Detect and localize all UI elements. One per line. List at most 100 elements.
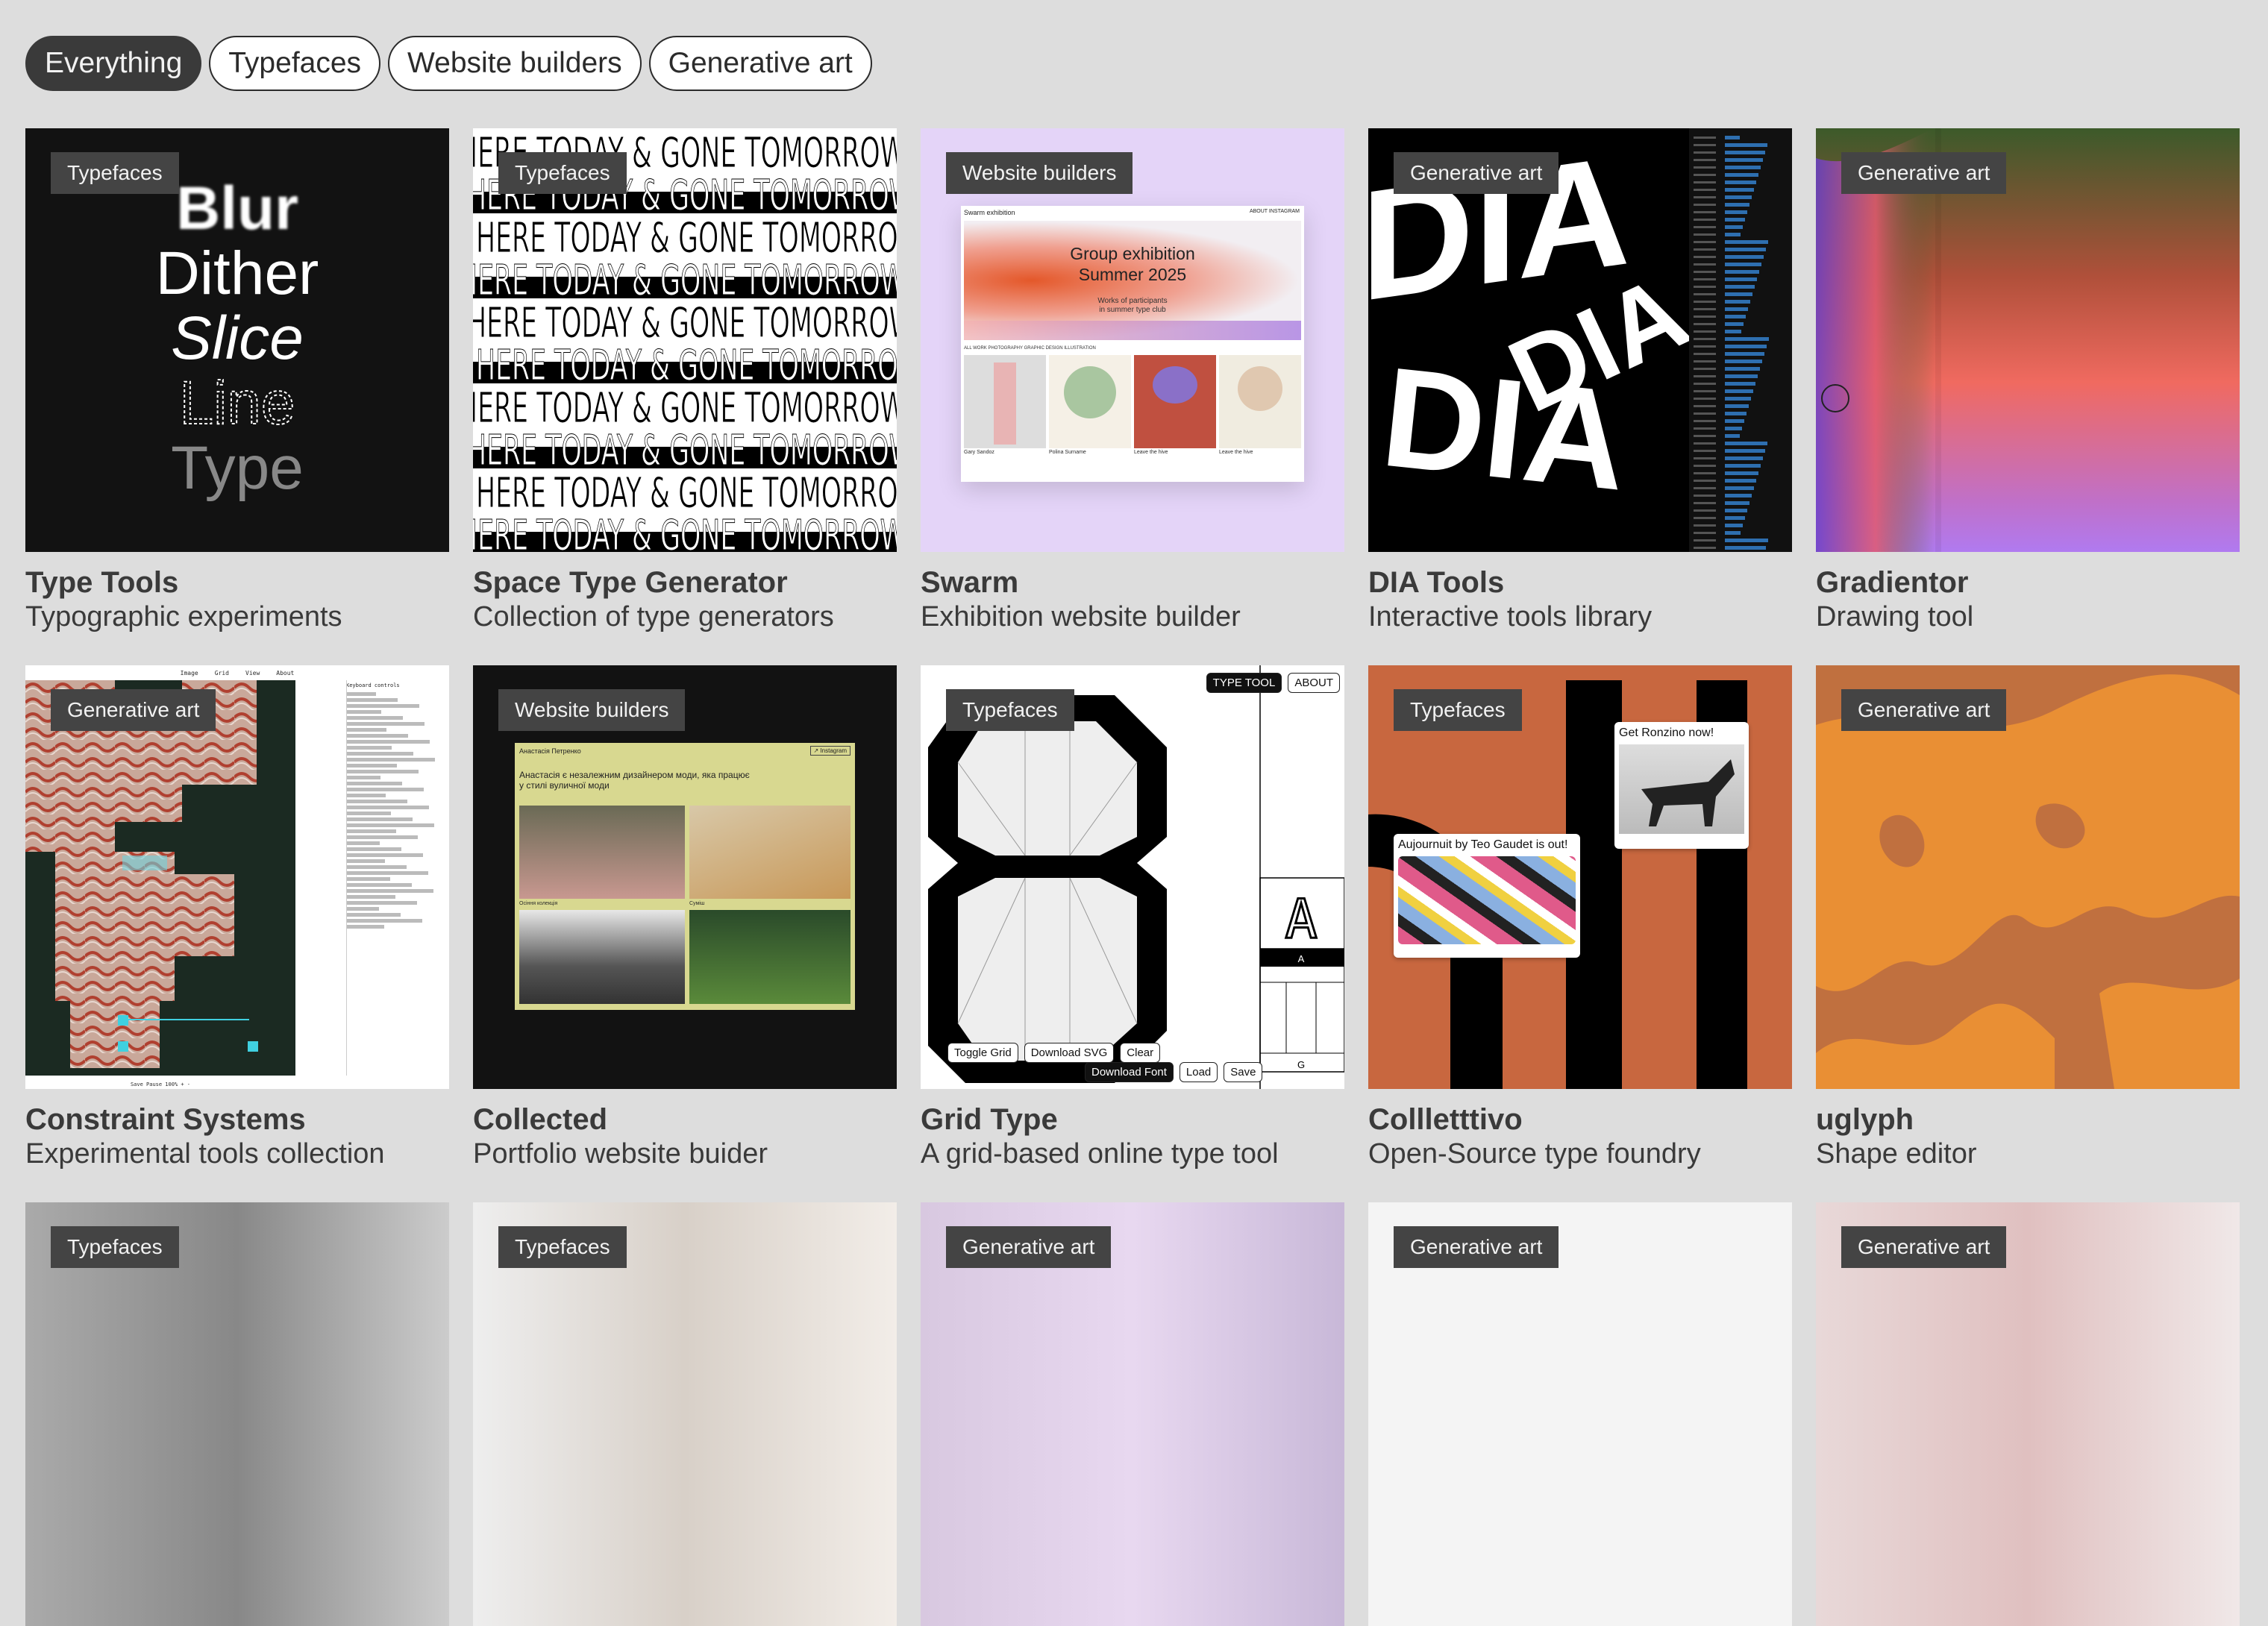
collected-site-mockup: Анастасія Петренко ↗ Instagram Анастасія… — [515, 743, 855, 1010]
project-card-collected[interactable]: Website builders Анастасія Петренко ↗ In… — [473, 665, 897, 1171]
dia-slider — [1725, 225, 1743, 229]
project-thumbnail[interactable]: Generative art — [1368, 1202, 1792, 1626]
aujournuit-popup[interactable]: Aujournuit by Teo Gaudet is out! — [1394, 834, 1580, 958]
filter-website-builders[interactable]: Website builders — [388, 36, 642, 91]
project-title[interactable]: Swarm — [921, 565, 1344, 600]
project-card-space-type-generator[interactable]: Typefaces HERE TODAY & GONE TOMORROW HERE… — [473, 128, 897, 634]
type-tool-button[interactable]: TYPE TOOL — [1206, 673, 1282, 693]
project-thumbnail[interactable]: Generative art DIA DIA DIA — [1368, 128, 1792, 552]
menu-item[interactable]: Image — [181, 670, 198, 677]
swarm-work: Polina Surname — [1049, 355, 1131, 455]
project-title[interactable]: Gradientor — [1816, 565, 2240, 600]
dia-slider — [1725, 330, 1741, 333]
project-title[interactable]: Constraint Systems — [25, 1102, 449, 1137]
collected-link[interactable]: ↗ Instagram — [809, 746, 850, 756]
project-card-uglyph[interactable]: Generative art uglyph Shape editor — [1816, 665, 2240, 1171]
panel-line — [346, 817, 413, 821]
category-tag: Generative art — [1394, 152, 1559, 194]
panel-line — [346, 794, 386, 797]
dia-slider — [1725, 434, 1740, 438]
menu-item[interactable]: Grid — [215, 670, 229, 677]
filter-everything[interactable]: Everything — [25, 36, 202, 91]
panel-line — [346, 722, 425, 726]
constraint-canvas — [25, 680, 295, 1076]
project-card-collletttivo[interactable]: Typefaces Get Ronzino now! Aujournuit by… — [1368, 665, 1792, 1171]
project-card-dia-tools[interactable]: Generative art DIA DIA DIA DIA Tools Int… — [1368, 128, 1792, 634]
dia-slider — [1725, 166, 1761, 169]
toggle-grid-button[interactable]: Toggle Grid — [947, 1043, 1018, 1063]
project-card-partial[interactable]: Generative art — [1816, 1202, 2240, 1626]
aujournuit-image — [1398, 856, 1576, 944]
panel-line — [346, 800, 407, 803]
project-card-partial[interactable]: Typefaces — [25, 1202, 449, 1626]
project-thumbnail[interactable]: Generative art — [1816, 1202, 2240, 1626]
project-thumbnail[interactable]: Generative art — [1816, 665, 2240, 1089]
filter-bar: Everything Typefaces Website builders Ge… — [25, 36, 872, 91]
panel-title: Keyboard controls — [346, 682, 400, 688]
swarm-work-title: Polina Surname — [1049, 450, 1086, 455]
project-subtitle: A grid-based online type tool — [921, 1138, 1279, 1170]
project-subtitle: Exhibition website builder — [921, 601, 1241, 632]
project-title[interactable]: uglyph — [1816, 1102, 2240, 1137]
project-thumbnail[interactable]: Generative art — [921, 1202, 1344, 1626]
panel-line — [346, 770, 419, 773]
project-thumbnail[interactable]: Typefaces Get Ronzino now! Aujournuit by… — [1368, 665, 1792, 1089]
menu-item[interactable]: View — [245, 670, 260, 677]
project-thumbnail[interactable]: Typefaces HERE TODAY & GONE TOMORROW HERE… — [473, 128, 897, 552]
project-thumbnail[interactable]: Typefaces — [25, 1202, 449, 1626]
constraint-keyboard-panel: Keyboard controls — [346, 682, 449, 931]
dia-slider — [1725, 210, 1747, 214]
project-thumbnail[interactable]: Generative art Image Grid View About Key… — [25, 665, 449, 1089]
project-card-gradientor[interactable]: Generative art Gradientor Drawing tool — [1816, 128, 2240, 634]
project-card-swarm[interactable]: Website builders Swarm exhibition ABOUT … — [921, 128, 1344, 634]
project-thumbnail[interactable]: Typefaces — [473, 1202, 897, 1626]
project-card-partial[interactable]: Generative art — [1368, 1202, 1792, 1626]
project-thumbnail[interactable]: Website builders Swarm exhibition ABOUT … — [921, 128, 1344, 552]
project-card-partial[interactable]: Generative art — [921, 1202, 1344, 1626]
filter-typefaces[interactable]: Typefaces — [209, 36, 381, 91]
filter-generative-art[interactable]: Generative art — [648, 36, 872, 91]
project-card-constraint-systems[interactable]: Generative art Image Grid View About Key… — [25, 665, 449, 1171]
dia-slider — [1725, 360, 1762, 363]
project-subtitle: Open-Source type foundry — [1368, 1138, 1701, 1170]
dia-slider — [1725, 404, 1749, 408]
project-title[interactable]: Space Type Generator — [473, 565, 897, 600]
ronzino-popup[interactable]: Get Ronzino now! — [1614, 722, 1749, 849]
project-card-grid-type[interactable]: Typefaces A A G TYPE TOOL ABOUT Toggle G… — [921, 665, 1344, 1171]
project-title[interactable]: Collected — [473, 1102, 897, 1137]
panel-line — [346, 740, 430, 744]
preview-word: Slice — [171, 304, 304, 372]
collected-photo — [689, 806, 850, 899]
project-thumbnail[interactable]: Website builders Анастасія Петренко ↗ In… — [473, 665, 897, 1089]
project-title[interactable]: Type Tools — [25, 565, 449, 600]
panel-line — [346, 901, 417, 905]
panel-line — [346, 829, 396, 833]
dia-slider — [1725, 531, 1741, 535]
about-button[interactable]: ABOUT — [1288, 673, 1340, 693]
dia-slider — [1725, 456, 1763, 460]
project-title[interactable]: DIA Tools — [1368, 565, 1792, 600]
project-title[interactable]: Grid Type — [921, 1102, 1344, 1137]
project-card-partial[interactable]: Typefaces — [473, 1202, 897, 1626]
load-button[interactable]: Load — [1179, 1062, 1218, 1082]
clear-button[interactable]: Clear — [1120, 1043, 1161, 1063]
preview-word: Type — [171, 434, 304, 502]
project-thumbnail[interactable]: Typefaces A A G TYPE TOOL ABOUT Toggle G… — [921, 665, 1344, 1089]
panel-line — [346, 698, 398, 702]
dia-slider — [1725, 509, 1747, 512]
download-font-button[interactable]: Download Font — [1085, 1062, 1174, 1082]
project-card-type-tools[interactable]: Typefaces Blur Dither Slice Line Type Ty… — [25, 128, 449, 634]
dia-slider — [1725, 136, 1740, 139]
dia-slider — [1725, 292, 1752, 296]
menu-item[interactable]: About — [276, 670, 294, 677]
project-thumbnail[interactable]: Generative art — [1816, 128, 2240, 552]
download-svg-button[interactable]: Download SVG — [1024, 1043, 1115, 1063]
save-button[interactable]: Save — [1224, 1062, 1263, 1082]
preview-word: Blur — [176, 175, 298, 242]
dia-slider — [1725, 367, 1760, 371]
category-tag: Website builders — [498, 689, 686, 731]
project-title[interactable]: Collletttivo — [1368, 1102, 1792, 1137]
space-type-line: HERE TODAY & GONE TOMORROW — [473, 299, 897, 348]
category-tag: Generative art — [51, 689, 216, 731]
project-thumbnail[interactable]: Typefaces Blur Dither Slice Line Type — [25, 128, 449, 552]
